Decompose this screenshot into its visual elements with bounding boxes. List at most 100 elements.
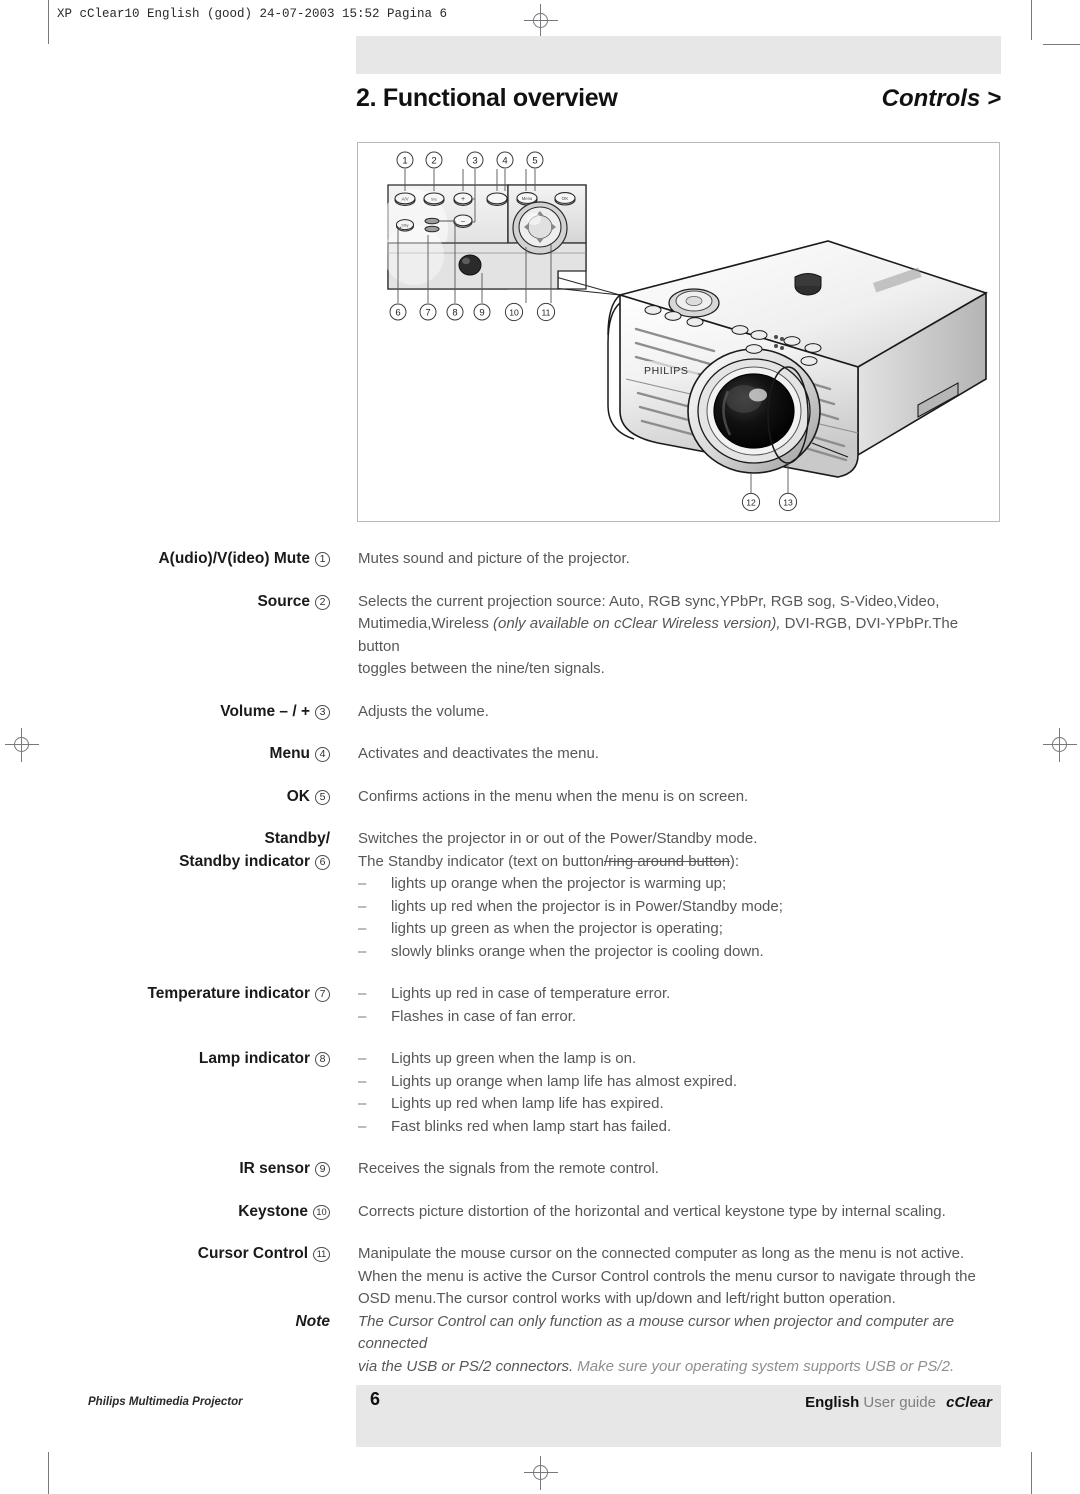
list-item-text: Lights up green when the lamp is on. <box>391 1050 637 1067</box>
note-description: The Cursor Control can only function as … <box>330 1311 1080 1379</box>
description-line: Adjusts the volume. <box>358 702 489 720</box>
entry-label: A(udio)/V(ideo) Mute <box>158 550 310 567</box>
entry-ok: OK 5 Confirms actions in the menu when th… <box>0 786 1080 809</box>
registration-mark-top <box>524 4 558 38</box>
svg-text:A/V: A/V <box>401 197 408 202</box>
list-item: – Flashes in case of fan error. <box>358 1006 1000 1029</box>
list-item-text: slowly blinks orange when the projector … <box>391 942 764 960</box>
description-line: Confirms actions in the menu when the me… <box>358 787 749 805</box>
note-segment-strong: via the USB or PS/2 connectors. <box>358 1357 574 1375</box>
entry-label: Keystone <box>238 1202 308 1220</box>
registration-mark-bottom <box>524 1456 558 1490</box>
dash-marker: – <box>358 1117 367 1135</box>
entry-label: Menu <box>269 745 310 762</box>
callout-badge: 1 <box>315 552 330 567</box>
callout-badge: 5 <box>315 789 330 805</box>
entry-description: – Lights up green when the lamp is on. – L… <box>330 1048 1080 1138</box>
list-item-text: Lights up red when lamp life has expired… <box>391 1095 664 1112</box>
entry-label: Standby/ <box>264 830 330 847</box>
note-line: The Cursor Control can only function as … <box>358 1312 955 1353</box>
entry-description: Corrects picture distortion of the horiz… <box>330 1201 1080 1224</box>
dash-marker: – <box>358 985 367 1002</box>
svg-text:5: 5 <box>532 156 537 167</box>
description-line: Manipulate the mouse cursor on the conne… <box>358 1245 965 1262</box>
svg-text:6: 6 <box>395 308 400 319</box>
note-segment-dim: Make sure your operating system supports… <box>573 1357 955 1375</box>
bullet-list: – lights up orange when the projector is … <box>358 873 1000 963</box>
entry-ir-sensor: IR sensor 9 Receives the signals from the… <box>0 1158 1080 1181</box>
callout-badge: 2 <box>315 594 330 610</box>
svg-text:+: + <box>461 196 465 203</box>
svg-text:10: 10 <box>509 307 519 317</box>
footer-doc-type: User guide <box>863 1394 936 1411</box>
note-line: via the USB or PS/2 connectors. Make sur… <box>358 1356 1000 1379</box>
svg-text:13: 13 <box>783 497 793 507</box>
description-tail: ): <box>729 852 740 870</box>
svg-text:PHILIPS: PHILIPS <box>644 365 688 377</box>
crop-mark-top-left-vertical <box>48 0 50 44</box>
description-line: Receives the signals from the remote con… <box>358 1160 659 1177</box>
callout-badge: 10 <box>313 1204 330 1220</box>
list-item: – Lights up orange when lamp life has alm… <box>358 1071 1000 1094</box>
list-item: – Lights up red when lamp life has expire… <box>358 1093 1000 1116</box>
list-item-text: lights up red when the projector is in P… <box>391 897 783 915</box>
crop-mark-top-right-horizontal <box>1043 44 1080 46</box>
entry-label: IR sensor <box>239 1160 310 1177</box>
entry-description: Receives the signals from the remote con… <box>330 1158 1080 1181</box>
callout-badge: 11 <box>313 1247 330 1262</box>
entry-description: Mutes sound and picture of the projector… <box>330 548 1080 571</box>
entry-volume: Volume – / + 3 Adjusts the volume. <box>0 701 1080 724</box>
dash-marker: – <box>358 1072 367 1090</box>
header-grey-band <box>356 36 1001 74</box>
entry-description: Manipulate the mouse cursor on the conne… <box>330 1243 1080 1311</box>
svg-text:OK: OK <box>562 196 570 201</box>
projector-body: PHILIPS <box>607 240 988 478</box>
description-line: When the menu is active the Cursor Contr… <box>358 1267 976 1285</box>
description-line: Mutes sound and picture of the projector… <box>358 550 630 567</box>
callout-badge: 4 <box>315 747 330 762</box>
entry-label: Volume – / + <box>220 702 310 720</box>
crop-mark-top-right-vertical <box>1031 0 1033 40</box>
entry-temperature-indicator: Temperature indicator 7 – Lights up red in… <box>0 983 1080 1028</box>
list-item: – Fast blinks red when lamp start has fai… <box>358 1116 1000 1139</box>
list-item: – slowly blinks orange when the projector… <box>358 941 1000 964</box>
list-item-text: lights up green as when the projector is… <box>391 920 723 937</box>
entry-term: IR sensor 9 <box>0 1158 330 1181</box>
svg-text:2: 2 <box>431 156 436 167</box>
entry-term: A(udio)/V(ideo) Mute 1 <box>0 548 330 571</box>
entry-term: OK 5 <box>0 786 330 809</box>
svg-text:9: 9 <box>479 308 484 319</box>
entry-description: Switches the projector in or out of the … <box>330 828 1080 963</box>
svg-text:3: 3 <box>472 156 477 167</box>
entry-term: Source 2 <box>0 591 330 681</box>
dash-marker: – <box>358 1050 367 1067</box>
crop-mark-bottom-right-vertical <box>1031 1452 1033 1494</box>
entry-label-2: Standby indicator <box>179 852 310 870</box>
section-title: Controls > <box>881 85 1001 112</box>
svg-text:Src: Src <box>431 197 437 202</box>
entry-description: Confirms actions in the menu when the me… <box>330 786 1080 809</box>
entry-description: Selects the current projection source: A… <box>330 591 1080 681</box>
entry-term: Volume – / + 3 <box>0 701 330 724</box>
entry-note: Note The Cursor Control can only functio… <box>0 1311 1080 1379</box>
dash-marker: – <box>358 1095 367 1112</box>
projector-figure: + – A/V Src Menu OK Menu OK <box>357 142 1000 522</box>
description-line: Activates and deactivates the menu. <box>358 745 599 762</box>
entry-keystone: Keystone 10 Corrects picture distortion o… <box>0 1201 1080 1224</box>
dash-marker: – <box>358 875 367 892</box>
entry-term: Keystone 10 <box>0 1201 330 1224</box>
page-header: 2. Functional overview Controls > <box>356 84 1001 124</box>
projector-lens <box>687 348 821 474</box>
list-item-text: Fast blinks red when lamp start has fail… <box>391 1117 672 1135</box>
callout-badge: 8 <box>315 1052 330 1067</box>
list-item-text: Lights up red in case of temperature err… <box>391 985 671 1002</box>
svg-text:11: 11 <box>542 307 551 317</box>
dash-marker: – <box>358 1007 367 1025</box>
svg-text:1: 1 <box>402 156 407 167</box>
footer-product-line: Philips Multimedia Projector <box>88 1396 243 1408</box>
svg-text:12: 12 <box>746 497 756 507</box>
philips-wordmark: PHILIPS <box>640 361 698 377</box>
description-line: The Standby indicator (text on button/ri… <box>358 851 1000 874</box>
callout-badge: 3 <box>315 704 330 720</box>
svg-text:Menu: Menu <box>522 196 533 201</box>
